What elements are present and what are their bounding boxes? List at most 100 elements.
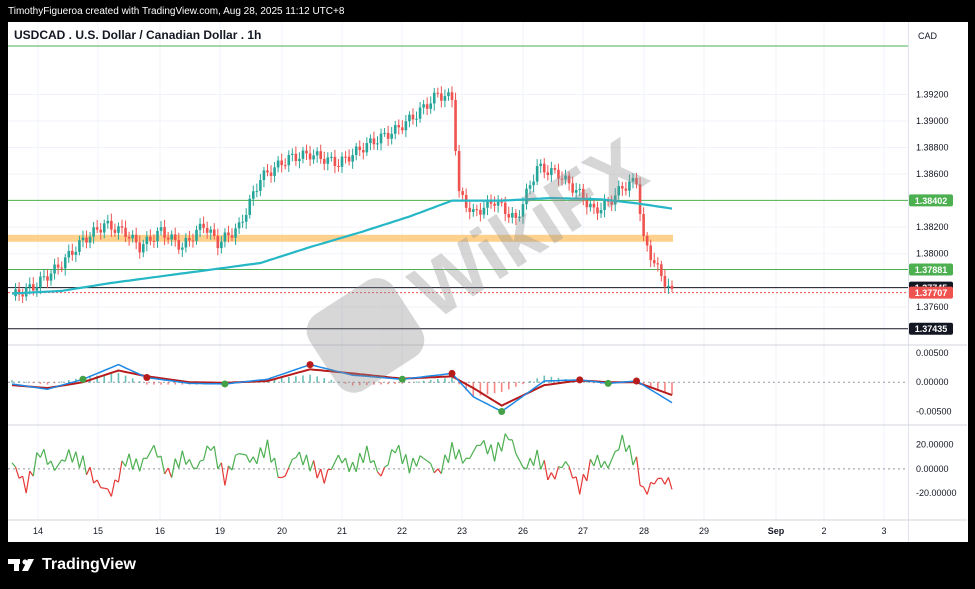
macd-cross-dot: [79, 375, 87, 383]
macd-histogram-bar: [174, 382, 177, 385]
macd-histogram-bar: [529, 380, 531, 383]
price-tick-label: 1.39200: [916, 89, 949, 99]
osc-segment: [341, 457, 347, 464]
macd-cross-dot: [398, 375, 406, 383]
price-tick-label: 1.38200: [916, 222, 949, 232]
osc-segment: [22, 476, 27, 494]
osc-segment: [486, 444, 492, 455]
osc-segment: [270, 457, 276, 463]
candle-body: [49, 273, 53, 281]
candle-body: [255, 190, 259, 192]
candle-body: [393, 125, 397, 134]
osc-segment: [231, 454, 237, 471]
osc-segment: [273, 457, 279, 478]
osc-segment: [405, 454, 411, 474]
time-tick-label: 3: [881, 526, 886, 536]
candle-body: [191, 240, 195, 242]
candle-body: [539, 163, 543, 167]
candle-body: [198, 223, 202, 230]
osc-segment: [469, 451, 474, 459]
osc-tick-label: 20.00000: [916, 440, 954, 450]
osc-segment: [47, 460, 52, 466]
candle-body: [663, 276, 667, 287]
macd-tick-label: 0.00000: [916, 377, 949, 387]
candle-body: [273, 167, 276, 176]
macd-histogram-bar: [138, 381, 141, 383]
chart-svg[interactable]: 1.39200 1.39000 1.38800 1.38600 1.38200 1.380…: [0, 0, 975, 589]
candle-body: [429, 103, 433, 109]
candle-body: [301, 150, 305, 159]
osc-segment: [462, 457, 467, 464]
osc-segment: [536, 449, 542, 470]
candle-body: [379, 133, 383, 144]
candle-body: [418, 107, 422, 119]
candle-body: [149, 236, 152, 241]
osc-segment: [11, 462, 17, 468]
osc-segment: [100, 487, 105, 489]
osc-segment: [185, 459, 190, 465]
macd-histogram-bar: [657, 382, 659, 390]
candle-body: [102, 223, 106, 233]
osc-segment: [259, 447, 265, 459]
macd-histogram-bar: [167, 382, 169, 385]
candle-body: [85, 237, 88, 243]
osc-segment: [596, 454, 602, 468]
tradingview-logo[interactable]: TradingView: [8, 553, 136, 577]
osc-segment: [167, 467, 173, 478]
osc-segment: [146, 451, 151, 459]
candle-body: [39, 276, 42, 288]
macd-histogram-bar: [522, 382, 524, 385]
currency-label: CAD: [918, 31, 938, 41]
candle-body: [340, 156, 344, 167]
candle-body: [152, 240, 156, 242]
candle-body: [333, 156, 337, 166]
candle-body: [312, 155, 315, 160]
macd-histogram-bar: [131, 378, 134, 383]
candle-body: [262, 170, 266, 181]
macd-histogram-bar: [394, 382, 397, 384]
candle-body: [78, 240, 81, 252]
candle-body: [230, 235, 234, 238]
candle-body: [110, 220, 113, 230]
osc-segment: [575, 476, 581, 495]
osc-segment: [628, 444, 634, 466]
candle-body: [209, 229, 213, 233]
symbol-title[interactable]: USDCAD . U.S. Dollar / Canadian Dollar .…: [14, 28, 261, 42]
macd-histogram-bar: [437, 379, 439, 383]
osc-segment: [235, 453, 240, 456]
candle-body: [454, 100, 457, 152]
price-tick-label: 1.37600: [916, 302, 949, 312]
osc-segment: [408, 457, 414, 474]
time-tick-label: 26: [518, 526, 528, 536]
time-tick-label: 2: [821, 526, 826, 536]
candle-body: [330, 156, 333, 158]
osc-segment: [132, 458, 137, 470]
macd-histogram-bar: [280, 377, 283, 383]
candle-body: [443, 96, 447, 101]
osc-segment: [93, 479, 98, 484]
candle-body: [173, 234, 177, 241]
macd-cross-dot: [448, 369, 456, 377]
macd-cross-dot: [221, 380, 229, 388]
candle-body: [92, 227, 95, 237]
macd-histogram-bar: [444, 378, 446, 383]
osc-segment: [29, 470, 34, 477]
macd-histogram-bar: [124, 375, 127, 383]
macd-histogram-bar: [25, 381, 27, 383]
osc-segment: [440, 454, 446, 474]
osc-segment: [82, 455, 88, 475]
candle-body: [134, 234, 138, 243]
macd-histogram-bar: [60, 381, 63, 383]
candle-body: [237, 222, 241, 229]
candle-body: [440, 93, 443, 101]
osc-segment: [32, 452, 38, 477]
osc-segment: [256, 447, 261, 465]
candle-body: [145, 236, 149, 245]
osc-segment: [302, 454, 308, 466]
osc-segment: [252, 456, 258, 465]
osc-segment: [593, 454, 599, 467]
osc-segment: [511, 439, 517, 454]
candle-body: [220, 241, 223, 249]
osc-segment: [320, 468, 325, 484]
candle-body: [42, 276, 46, 278]
